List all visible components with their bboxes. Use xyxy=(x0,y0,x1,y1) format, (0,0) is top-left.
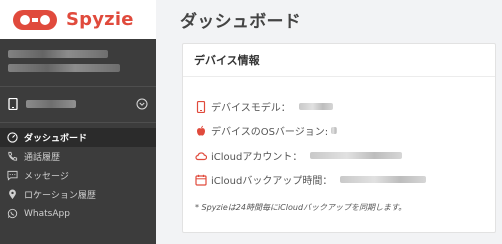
card-title: デバイス情報 xyxy=(183,44,495,77)
sidebar-item-label: 通話履歴 xyxy=(24,153,61,163)
os-version-value-redacted xyxy=(331,127,338,134)
spyzie-logo-icon xyxy=(13,9,57,30)
os-version-row: デバイスのOSバージョン: xyxy=(195,123,338,138)
brand-header[interactable]: Spyzie xyxy=(0,0,156,39)
icloud-account-label: iCloudアカウント： xyxy=(211,152,303,163)
sidebar-item-location-history[interactable]: ロケーション履歴 xyxy=(0,185,156,204)
phone-icon xyxy=(8,151,18,161)
icloud-backup-time-value-redacted xyxy=(340,176,427,183)
icloud-account-row: iCloudアカウント： xyxy=(195,148,403,163)
sidebar-item-dashboard[interactable]: ダッシュボード xyxy=(0,128,156,147)
sidebar-item-label: ロケーション履歴 xyxy=(24,191,96,201)
device-model-row: デバイスモデル： xyxy=(195,99,333,114)
device-selector[interactable] xyxy=(0,90,156,118)
icloud-account-value-redacted xyxy=(310,152,403,159)
dashboard-icon xyxy=(7,132,18,143)
account-info xyxy=(0,39,156,86)
sidebar-item-label: WhatsApp xyxy=(24,208,70,219)
whatsapp-icon xyxy=(7,208,18,219)
sidebar-item-label: メッセージ xyxy=(24,172,69,182)
device-name-redacted xyxy=(26,100,76,108)
apple-icon xyxy=(197,125,205,136)
smartphone-icon xyxy=(8,98,18,110)
sidebar-item-label: ダッシュボード xyxy=(24,134,88,144)
cloud-icon xyxy=(195,151,207,160)
message-icon xyxy=(7,170,18,181)
sidebar-divider xyxy=(0,122,156,123)
sidebar-item-messages[interactable]: メッセージ xyxy=(0,166,156,185)
sidebar-item-call-history[interactable]: 通話履歴 xyxy=(0,147,156,166)
device-info-card: デバイス情報 デバイスモデル： デバイスのOSバージョン: iCloudアカウン… xyxy=(182,43,496,233)
sidebar-nav: ダッシュボード 通話履歴 メッセージ ロケーション履歴 WhatsApp xyxy=(0,128,156,223)
sidebar: Spyzie ダッシュボード 通話履歴 メッセージ ロケーション履歴 Whats… xyxy=(0,0,156,244)
os-version-label: デバイスのOSバージョン: xyxy=(211,127,329,138)
page-title: ダッシュボード xyxy=(180,12,302,32)
brand-name: Spyzie xyxy=(66,9,134,30)
smartphone-icon xyxy=(196,100,206,113)
device-model-value-redacted xyxy=(298,103,333,110)
account-name-redacted xyxy=(8,50,108,58)
chevron-down-icon[interactable] xyxy=(136,98,148,110)
calendar-icon xyxy=(195,174,207,186)
sync-note: * Spyzieは24時間毎にiCloudバックアップを同期します。 xyxy=(195,203,407,212)
icloud-backup-time-label: iCloudバックアップ時間： xyxy=(211,176,333,187)
device-model-label: デバイスモデル： xyxy=(211,103,291,114)
icloud-backup-time-row: iCloudバックアップ時間： xyxy=(195,172,427,187)
location-pin-icon xyxy=(9,189,16,200)
account-email-redacted xyxy=(8,64,120,72)
sidebar-divider xyxy=(0,86,156,87)
sidebar-item-whatsapp[interactable]: WhatsApp xyxy=(0,204,156,223)
